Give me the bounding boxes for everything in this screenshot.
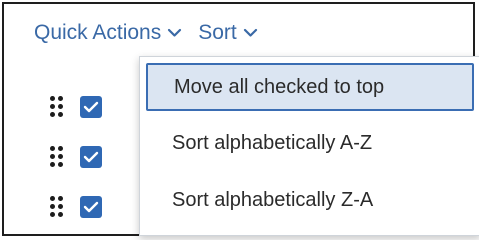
drag-handle-icon[interactable] bbox=[50, 146, 64, 168]
menu-item-sort-a-z[interactable]: Sort alphabetically A-Z bbox=[146, 119, 474, 167]
menu-item-label: Sort alphabetically Z-A bbox=[172, 188, 374, 211]
chevron-down-icon bbox=[243, 28, 257, 37]
menu-item-label: Sort alphabetically A-Z bbox=[172, 131, 373, 154]
quick-actions-label: Quick Actions bbox=[34, 21, 162, 44]
menu-item-move-checked-top[interactable]: Move all checked to top bbox=[146, 63, 474, 111]
menu-item-label: Move all checked to top bbox=[174, 75, 385, 98]
drag-handle-icon[interactable] bbox=[50, 196, 64, 218]
list-item bbox=[50, 146, 102, 168]
sort-label: Sort bbox=[198, 21, 237, 44]
item-checkbox[interactable] bbox=[80, 146, 102, 168]
chevron-down-icon bbox=[168, 28, 182, 37]
sort-button[interactable]: Sort bbox=[198, 21, 258, 45]
item-checkbox[interactable] bbox=[80, 196, 102, 218]
toolbar: Quick Actions Sort bbox=[34, 16, 258, 50]
list-item bbox=[50, 196, 102, 218]
checkmark-icon bbox=[83, 151, 99, 163]
quick-actions-button[interactable]: Quick Actions bbox=[34, 21, 182, 45]
sort-dropdown-menu: Move all checked to top Sort alphabetica… bbox=[139, 56, 479, 236]
item-checkbox[interactable] bbox=[80, 96, 102, 118]
menu-item-sort-z-a[interactable]: Sort alphabetically Z-A bbox=[146, 176, 474, 224]
drag-handle-icon[interactable] bbox=[50, 96, 64, 118]
list-item bbox=[50, 96, 102, 118]
checkmark-icon bbox=[83, 101, 99, 113]
checkmark-icon bbox=[83, 201, 99, 213]
